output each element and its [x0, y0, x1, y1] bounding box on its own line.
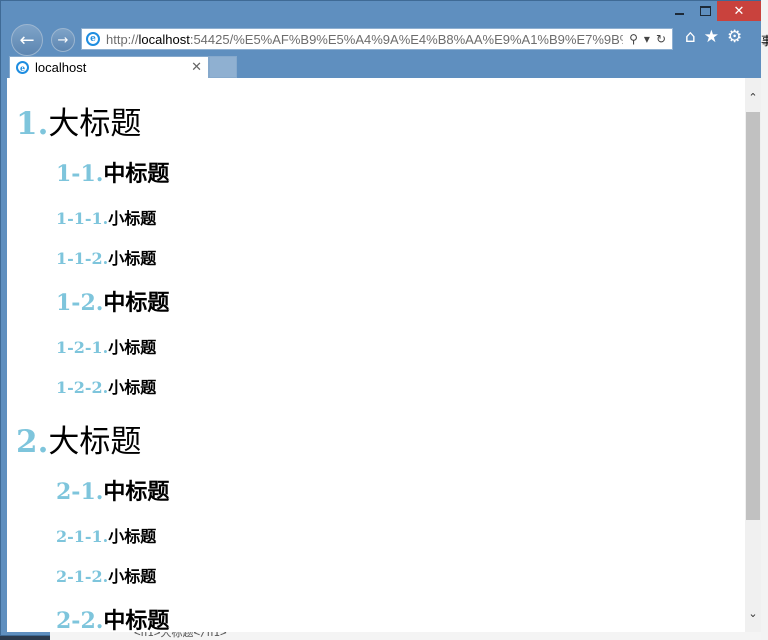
scrollbar-thumb[interactable] [746, 112, 760, 520]
heading-2: 1-1.中标题 [56, 156, 169, 188]
refresh-icon[interactable]: ↻ [656, 32, 666, 46]
heading-text: 大标题 [48, 424, 142, 460]
dropdown-icon[interactable]: ▾ [644, 32, 650, 46]
heading-number: 2. [16, 424, 49, 460]
heading-3: 1-2-1.小标题 [56, 334, 156, 358]
heading-1: 1.大标题 [16, 98, 141, 143]
url-rest: :54425/%E5%AF%B9%E5%A4%9A%E4%B8%AA%E9%A1… [189, 31, 624, 47]
heading-number: 1. [16, 106, 49, 142]
minimize-icon [674, 13, 684, 15]
heading-3: 1-1-1.小标题 [56, 205, 156, 229]
title-bar: ✕ [1, 1, 761, 23]
maximize-button[interactable] [691, 1, 719, 21]
heading-number: 1-1-2. [56, 249, 109, 268]
tab-localhost[interactable]: e localhost ✕ [9, 56, 209, 78]
heading-number: 1-1. [56, 161, 104, 187]
minimize-button[interactable] [665, 1, 693, 21]
heading-number: 1-2-1. [56, 338, 109, 357]
forward-button[interactable]: → [51, 28, 75, 52]
heading-text: 中标题 [103, 479, 170, 505]
heading-text: 小标题 [108, 567, 157, 586]
scroll-down-icon[interactable]: ⌄ [745, 604, 761, 622]
heading-2: 2-1.中标题 [56, 474, 169, 506]
heading-text: 小标题 [108, 378, 157, 397]
home-icon[interactable]: ⌂ [685, 27, 696, 47]
heading-number: 2-1. [56, 479, 104, 505]
heading-number: 2-1-2. [56, 567, 109, 586]
heading-number: 1-2. [56, 290, 104, 316]
heading-text: 大标题 [48, 106, 142, 142]
background-text: 事 [761, 34, 768, 48]
heading-text: 中标题 [103, 290, 170, 316]
back-button[interactable]: ← [11, 24, 43, 56]
maximize-icon [699, 6, 711, 16]
navigation-bar: ← → e http://localhost:54425/%E5%AF%B9%E… [1, 23, 761, 56]
heading-2: 2-2.中标题 [56, 603, 169, 632]
heading-text: 小标题 [108, 209, 157, 228]
heading-3: 1-1-2.小标题 [56, 245, 156, 269]
new-tab-button[interactable] [209, 56, 237, 78]
settings-gear-icon[interactable]: ⚙ [727, 27, 742, 47]
heading-text: 小标题 [108, 338, 157, 357]
close-icon: ✕ [733, 3, 745, 19]
editor-code-line: <h1>大标题</h1> [134, 632, 227, 639]
scroll-up-icon[interactable]: ⌃ [745, 88, 761, 106]
search-icon[interactable]: ⚲ [629, 32, 638, 46]
tab-title: localhost [35, 60, 87, 75]
toolbar-icons: ⌂ ★ ⚙ [685, 27, 742, 47]
vertical-scrollbar[interactable]: ⌃ ⌄ [745, 78, 761, 632]
url-host: localhost [138, 31, 190, 47]
heading-1: 2.大标题 [16, 416, 141, 461]
heading-text: 小标题 [108, 527, 157, 546]
favorites-star-icon[interactable]: ★ [704, 27, 719, 47]
address-url[interactable]: http://localhost:54425/%E5%AF%B9%E5%A4%9… [106, 32, 623, 47]
heading-number: 2-1-1. [56, 527, 109, 546]
address-bar[interactable]: e http://localhost:54425/%E5%AF%B9%E5%A4… [81, 28, 673, 50]
heading-number: 1-1-1. [56, 209, 109, 228]
heading-number: 2-2. [56, 608, 104, 632]
heading-text: 小标题 [108, 249, 157, 268]
arrow-right-icon: → [57, 32, 69, 48]
heading-3: 2-1-1.小标题 [56, 523, 156, 547]
close-button[interactable]: ✕ [717, 1, 761, 21]
heading-number: 1-2-2. [56, 378, 109, 397]
heading-3: 1-2-2.小标题 [56, 374, 156, 398]
page-viewport: 1.大标题 1-1.中标题 1-1-1.小标题 1-1-2.小标题 1-2.中标… [7, 78, 745, 632]
tab-ie-icon: e [16, 61, 29, 74]
tab-close-icon[interactable]: ✕ [191, 60, 202, 75]
background-window-edge: 事 [761, 0, 768, 640]
heading-3: 2-1-2.小标题 [56, 563, 156, 587]
address-tools: ⚲ ▾ ↻ [623, 32, 672, 46]
background-editor: <h1>大标题</h1> [50, 632, 768, 640]
arrow-left-icon: ← [19, 29, 35, 51]
heading-2: 1-2.中标题 [56, 285, 169, 317]
heading-text: 中标题 [103, 608, 170, 632]
ie-logo-icon: e [86, 32, 100, 46]
tab-bar: e localhost ✕ [1, 55, 761, 79]
heading-text: 中标题 [103, 161, 170, 187]
url-prefix: http:// [106, 31, 139, 47]
